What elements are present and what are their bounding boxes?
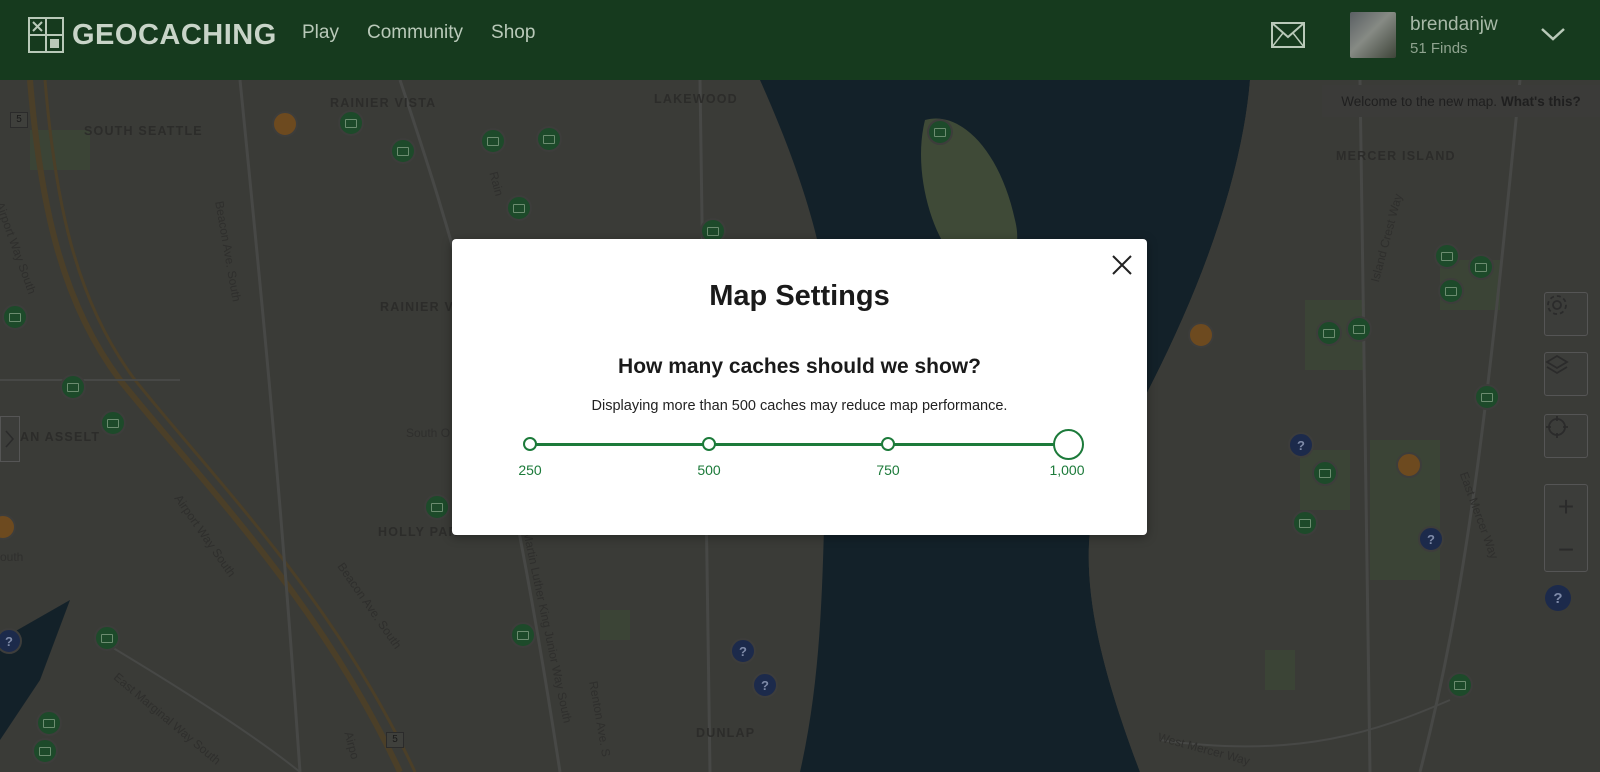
cache-marker[interactable] [480,128,506,154]
cache-marker[interactable] [1438,278,1464,304]
banner-text: Welcome to the new map. [1341,93,1498,109]
nav-shop[interactable]: Shop [491,22,535,44]
place-label: LAKEWOOD [654,92,738,106]
cache-marker[interactable] [32,738,58,764]
cache-marker[interactable] [536,126,562,152]
my-location-button[interactable] [1544,414,1588,458]
slider-track[interactable] [530,443,1068,446]
modal-subtitle: How many caches should we show? [618,355,981,378]
cache-marker[interactable] [390,138,416,164]
place-label: MERCER ISLAND [1336,149,1456,163]
slider-label-500: 500 [697,462,721,478]
top-header: GEOCACHING Play Community Shop brendanjw… [0,0,1600,80]
event-marker[interactable] [1188,322,1214,348]
mystery-marker[interactable]: ? [752,672,778,698]
slider-stop-500[interactable] [702,437,716,451]
zoom-in-button[interactable]: + [1545,485,1587,528]
map-settings-button[interactable] [1544,292,1588,336]
cache-marker[interactable] [1316,320,1342,346]
mail-icon[interactable] [1271,22,1305,48]
map-layers-button[interactable] [1544,352,1588,396]
logo-text: GEOCACHING [72,18,277,51]
zoom-controls: + − [1544,484,1588,572]
chevron-right-icon [5,430,14,448]
slider-label-1000: 1,000 [1049,462,1085,478]
place-label: AN ASSELT [20,430,101,444]
cache-marker[interactable] [1468,254,1494,280]
zoom-out-button[interactable]: − [1545,528,1587,571]
slider-stop-250[interactable] [523,437,537,451]
mystery-marker[interactable]: ? [730,638,756,664]
geocaching-logo[interactable]: GEOCACHING [28,17,277,53]
cache-marker[interactable] [1346,316,1372,342]
user-name[interactable]: brendanjw [1410,14,1498,36]
nav-community[interactable]: Community [367,22,463,44]
cache-marker[interactable] [60,374,86,400]
cache-marker[interactable] [100,410,126,436]
main-nav: Play Community Shop [302,22,535,44]
cache-count-slider[interactable]: 250 500 750 1,000 [452,419,1147,499]
crosshair-icon [1546,416,1568,438]
map-settings-modal: Map Settings How many caches should we s… [452,239,1147,535]
chevron-down-icon[interactable] [1540,26,1566,42]
place-label: RAINIER VISTA [330,96,437,110]
cache-marker[interactable] [927,119,953,145]
new-map-banner: Welcome to the new map. What's this? [1322,85,1600,117]
whats-this-link[interactable]: What's this? [1501,94,1581,109]
cache-marker[interactable] [424,494,450,520]
place-label: HOLLY PAR [378,525,459,539]
place-label: RAINIER V [380,300,455,314]
slider-label-250: 250 [518,462,542,478]
place-label: DUNLAP [696,726,756,740]
cache-marker[interactable] [1434,243,1460,269]
slider-thumb[interactable] [1053,429,1084,460]
event-marker[interactable] [272,111,298,137]
geocaching-logo-icon [28,17,64,53]
cache-marker[interactable] [2,304,28,330]
cache-marker[interactable] [1447,672,1473,698]
cache-marker[interactable] [1474,384,1500,410]
nav-play[interactable]: Play [302,22,339,44]
gear-icon [1547,295,1567,315]
modal-title: Map Settings [709,280,890,312]
cache-marker[interactable] [338,110,364,136]
mystery-marker[interactable]: ? [1288,432,1314,458]
help-button[interactable]: ? [1545,585,1571,611]
cache-marker[interactable] [1312,460,1338,486]
highway-shield: 5 [386,732,404,748]
road-label: outh [0,550,24,564]
highway-shield: 5 [10,112,28,128]
sidebar-expand-tab[interactable] [0,416,20,462]
mystery-marker[interactable]: ? [1418,526,1444,552]
layers-icon [1545,354,1569,375]
event-marker[interactable] [1396,452,1422,478]
slider-stop-750[interactable] [881,437,895,451]
close-icon[interactable] [1110,253,1134,277]
cache-marker[interactable] [510,622,536,648]
road-label: South O [406,426,451,440]
cache-marker[interactable] [36,710,62,736]
user-avatar[interactable] [1350,12,1396,58]
performance-note: Displaying more than 500 caches may redu… [591,398,1008,414]
user-finds-count: 51 Finds [1410,40,1468,57]
cache-marker[interactable] [94,625,120,651]
cache-marker[interactable] [506,195,532,221]
cache-marker[interactable] [1292,510,1318,536]
place-label: SOUTH SEATTLE [84,124,203,138]
slider-label-750: 750 [876,462,900,478]
